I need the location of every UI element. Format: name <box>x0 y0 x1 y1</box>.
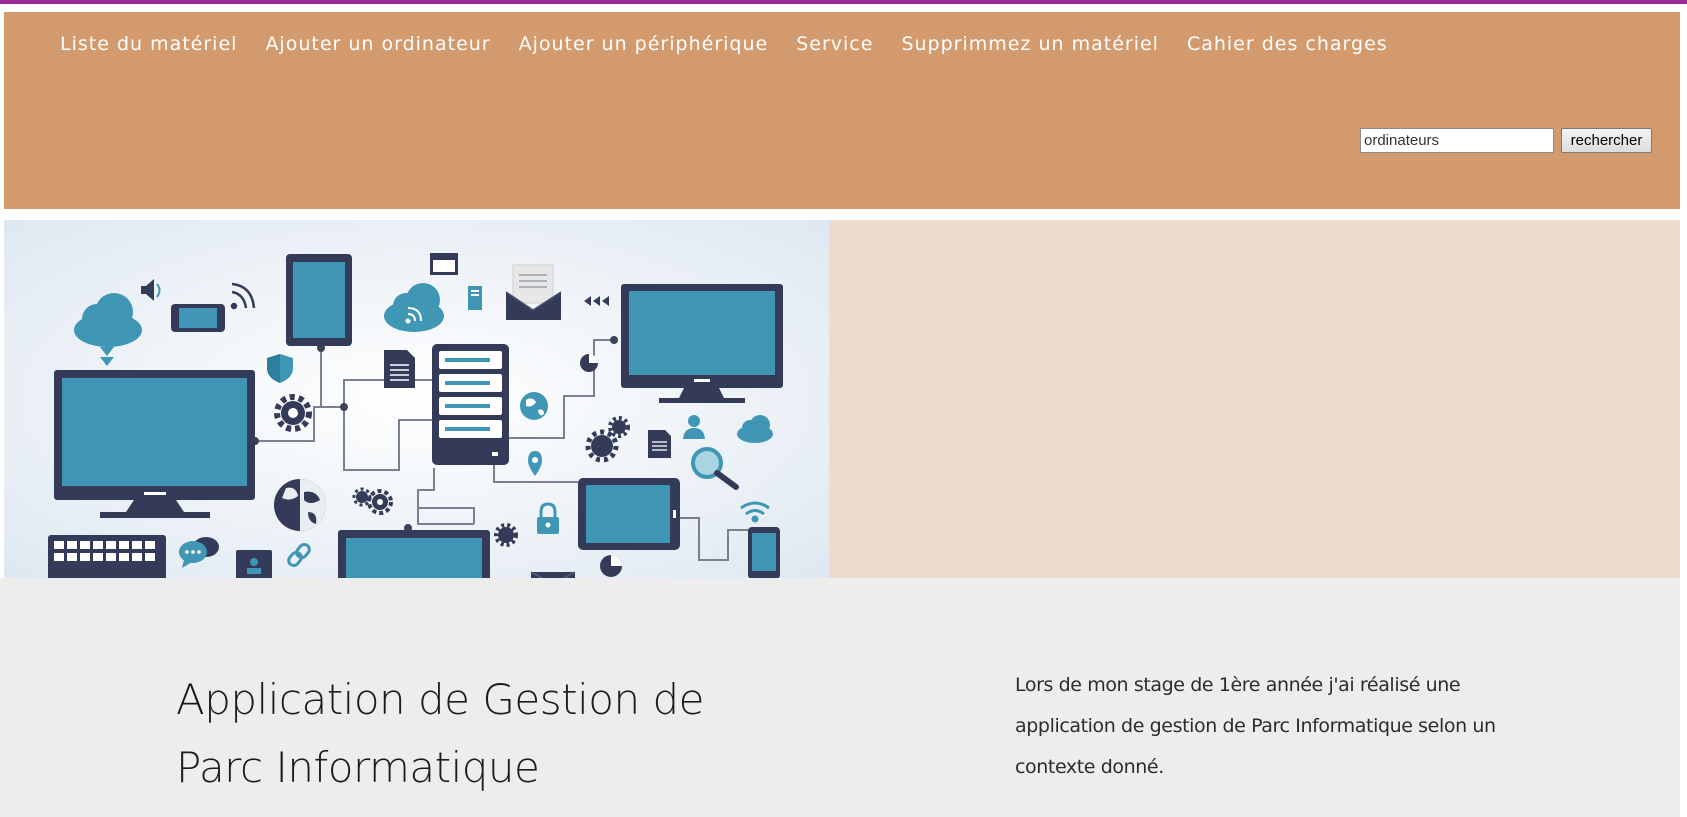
pie-chart-icon <box>580 354 598 372</box>
browser-icon <box>430 253 458 275</box>
user-card-icon <box>236 550 272 578</box>
search-input[interactable] <box>1360 128 1554 153</box>
phone-icon <box>171 304 225 332</box>
nav-link-supprimer-materiel[interactable]: Supprimmez un matériel <box>901 33 1159 55</box>
page-title-line1: Application de Gestion de <box>176 675 704 724</box>
pie-chart-icon <box>600 555 622 577</box>
search-form: rechercher <box>1360 128 1652 153</box>
hero-side-panel <box>829 220 1680 578</box>
nav-link-ajouter-ordinateur[interactable]: Ajouter un ordinateur <box>265 33 490 55</box>
document-icon <box>384 350 415 388</box>
intro-paragraph: Lors de mon stage de 1ère année j'ai réa… <box>1015 674 1496 778</box>
page-title: Application de Gestion de Parc Informati… <box>176 666 736 802</box>
top-accent-line <box>0 0 1687 4</box>
laptop-icon <box>338 530 490 578</box>
document-icon <box>648 430 671 458</box>
nav-link-ajouter-peripherique[interactable]: Ajouter un périphérique <box>519 33 769 55</box>
nav-link-liste-materiel[interactable]: Liste du matériel <box>60 33 237 55</box>
page-title-line2: Parc Informatique <box>176 743 540 792</box>
nav-link-cahier-des-charges[interactable]: Cahier des charges <box>1187 33 1388 55</box>
tower-icon <box>468 286 482 310</box>
monitor-icon <box>54 370 255 518</box>
search-button[interactable]: rechercher <box>1561 128 1652 153</box>
keyboard-icon <box>48 535 166 578</box>
header-separator <box>0 209 1687 220</box>
main-nav: Liste du matériel Ajouter un ordinateur … <box>60 33 1388 55</box>
network-devices-illustration <box>4 220 829 578</box>
globe-icon <box>274 479 326 531</box>
globe-icon <box>520 392 548 420</box>
nav-link-service[interactable]: Service <box>796 33 873 55</box>
hero-illustration <box>4 220 829 578</box>
phone-icon <box>748 527 780 578</box>
right-edge <box>1680 4 1687 817</box>
server-icon <box>432 344 509 465</box>
monitor-icon <box>621 284 783 403</box>
email-icon <box>505 264 562 320</box>
tablet-icon <box>286 254 352 346</box>
site-header: Liste du matériel Ajouter un ordinateur … <box>4 12 1680 209</box>
tablet-icon <box>578 478 680 550</box>
